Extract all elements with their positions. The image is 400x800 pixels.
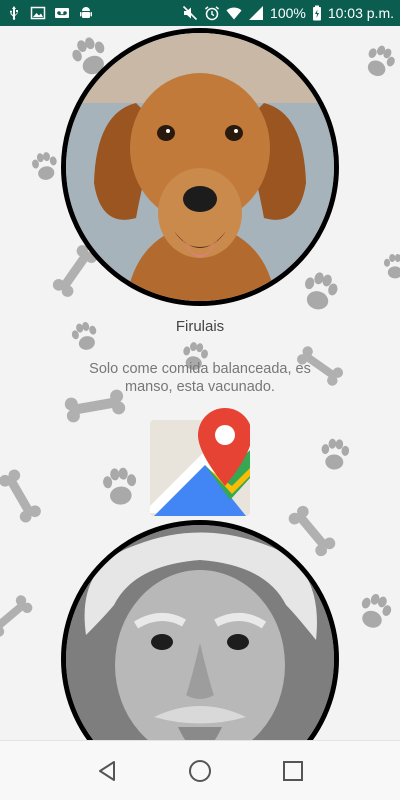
mute-icon (182, 5, 198, 21)
pet-detail: Firulais Solo come comida balanceada, es… (0, 26, 400, 798)
wifi-icon (226, 7, 242, 20)
pet-name: Firulais (175, 318, 225, 335)
home-icon (188, 759, 211, 782)
pet-description: Solo come comida balanceada, es manso, e… (89, 361, 311, 395)
status-system: 100% 10:03 p.m. (182, 5, 394, 21)
voicemail-icon (55, 8, 69, 18)
home-button[interactable] (180, 751, 220, 791)
battery-icon (312, 5, 321, 21)
status-notifications (6, 5, 94, 21)
android-icon (80, 7, 92, 18)
back-icon (98, 760, 115, 781)
alarm-icon (205, 6, 220, 21)
usb-icon (10, 6, 18, 20)
map-location-icon[interactable] (150, 408, 250, 520)
pet-photo (61, 28, 339, 306)
signal-icon (249, 6, 264, 20)
recents-button[interactable] (273, 751, 313, 791)
clock: 10:03 p.m. (327, 5, 394, 21)
system-nav-bar (0, 740, 400, 800)
back-button[interactable] (87, 751, 127, 791)
dog-illustration (66, 33, 334, 301)
battery-percent: 100% (270, 5, 306, 21)
status-bar: 100% 10:03 p.m. (0, 0, 400, 26)
image-icon (30, 6, 46, 20)
recents-icon (283, 760, 304, 781)
